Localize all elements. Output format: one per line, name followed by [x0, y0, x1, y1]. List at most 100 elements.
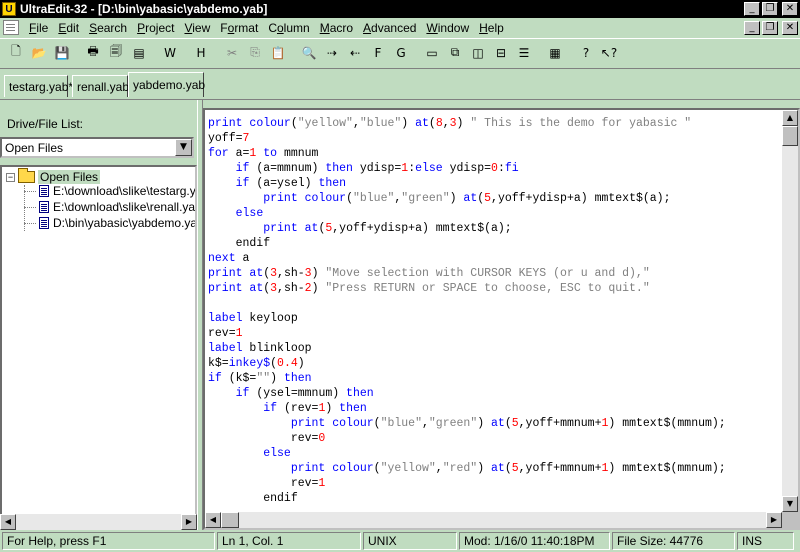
print-preview-icon[interactable]: 🗐: [106, 43, 126, 63]
document-icon[interactable]: [3, 20, 19, 35]
scroll-up-icon[interactable]: ▲: [782, 110, 798, 126]
context-help-icon[interactable]: ↖?: [599, 43, 619, 63]
tree-item-yabdemo[interactable]: D:\bin\yabasic\yabdemo.yab: [24, 216, 195, 230]
code-line[interactable]: if (a=mmnum) then ydisp=1:else ydisp=0:f…: [208, 161, 726, 176]
minimize-button[interactable]: _: [744, 2, 760, 16]
code-line[interactable]: for a=1 to mmnum: [208, 146, 726, 161]
code-line[interactable]: [208, 296, 726, 311]
code-line[interactable]: if (a=ysel) then: [208, 176, 726, 191]
code-line[interactable]: print at(3,sh-2) "Press RETURN or SPACE …: [208, 281, 726, 296]
horizontal-scroll-thumb[interactable]: [221, 512, 239, 528]
code-line[interactable]: print colour("blue","green") at(5,yoff+m…: [208, 416, 726, 431]
tree-root-open-files[interactable]: − Open Files: [6, 168, 101, 184]
new-file-icon[interactable]: 🗋: [6, 43, 26, 63]
menu-Project[interactable]: Project: [132, 21, 179, 35]
code-line[interactable]: if (k$="") then: [208, 371, 726, 386]
tree-item-renall[interactable]: E:\download\slike\renall.yab: [24, 200, 197, 214]
find-prev-icon[interactable]: ⇠: [345, 43, 365, 63]
dropdown-arrow-icon[interactable]: ▼: [175, 139, 192, 156]
code-line[interactable]: else: [208, 446, 726, 461]
save-icon[interactable]: 💾: [52, 43, 72, 63]
code-line[interactable]: if (ysel=mmnum) then: [208, 386, 726, 401]
menu-Window[interactable]: Window: [421, 21, 474, 35]
status-insert-mode: INS: [737, 532, 794, 550]
menu-File[interactable]: File: [24, 21, 53, 35]
print-setup-icon[interactable]: ▤: [129, 43, 149, 63]
code-line[interactable]: print at(3,sh-3) "Move selection with CU…: [208, 266, 726, 281]
collapse-icon[interactable]: −: [6, 172, 15, 182]
print-icon[interactable]: 🖶: [83, 43, 103, 63]
code-line[interactable]: k$=inkey$(0.4): [208, 356, 726, 371]
code-line[interactable]: print colour("yellow","blue") at(8,3) " …: [208, 116, 726, 131]
tile-horizontal-icon[interactable]: ⊟: [491, 43, 511, 63]
code-line[interactable]: else: [208, 206, 726, 221]
find-icon[interactable]: 🔍: [299, 43, 319, 63]
help-icon[interactable]: ?: [576, 43, 596, 63]
code-line[interactable]: rev=1: [208, 476, 726, 491]
file-list-horizontal-scrollbar[interactable]: ◀ ▶: [0, 514, 197, 530]
menu-Search[interactable]: Search: [84, 21, 132, 35]
code-line[interactable]: next a: [208, 251, 726, 266]
find-next-icon[interactable]: ⇢: [322, 43, 342, 63]
goto-icon[interactable]: G: [391, 43, 411, 63]
code-line[interactable]: label keyloop: [208, 311, 726, 326]
restore-button[interactable]: ❐: [762, 2, 778, 16]
code-line[interactable]: if (rev=1) then: [208, 401, 726, 416]
tab-renall[interactable]: renall.yab: [72, 75, 129, 97]
code-line[interactable]: print at(5,yoff+ydisp+a) mmtext$(a);: [208, 221, 726, 236]
status-bar: For Help, press F1 Ln 1, Col. 1 UNIX Mod…: [0, 530, 800, 552]
doc-restore-button[interactable]: ❐: [762, 20, 778, 35]
code-line[interactable]: label blinkloop: [208, 341, 726, 356]
tree-item-testarg[interactable]: E:\download\slike\testarg.yab: [24, 184, 195, 198]
status-help: For Help, press F1: [2, 532, 215, 550]
window-list-icon[interactable]: ▭: [422, 43, 442, 63]
code-line[interactable]: yoff=7: [208, 131, 726, 146]
hex-edit-icon[interactable]: H: [191, 43, 211, 63]
code-line[interactable]: print colour("blue","green") at(5,yoff+y…: [208, 191, 726, 206]
scroll-down-icon[interactable]: ▼: [782, 496, 798, 512]
doc-close-button[interactable]: ✕: [782, 20, 798, 35]
file-icon: [39, 201, 49, 213]
code-line[interactable]: rev=0: [208, 431, 726, 446]
tab-yabdemo[interactable]: yabdemo.yab: [128, 72, 205, 97]
vertical-scroll-thumb[interactable]: [782, 126, 798, 146]
open-file-icon[interactable]: 📂: [29, 43, 49, 63]
tab-testarg[interactable]: testarg.yab*: [4, 75, 73, 97]
status-cursor-position: Ln 1, Col. 1: [217, 532, 361, 550]
code-line[interactable]: endif: [208, 491, 726, 506]
cut-icon[interactable]: ✂: [222, 43, 242, 63]
status-file-size: File Size: 44776: [612, 532, 735, 550]
menu-Column[interactable]: Column: [263, 21, 314, 35]
menu-Macro[interactable]: Macro: [315, 21, 358, 35]
tile-vertical-icon[interactable]: ◫: [468, 43, 488, 63]
file-list-dropdown[interactable]: Open Files ▼: [0, 137, 194, 158]
code-line[interactable]: endif: [208, 236, 726, 251]
close-button[interactable]: ✕: [782, 2, 798, 16]
code-editor[interactable]: print colour("yellow","blue") at(8,3) " …: [203, 108, 800, 530]
menu-Help[interactable]: Help: [474, 21, 509, 35]
code-line[interactable]: print colour("yellow","red") at(5,yoff+m…: [208, 461, 726, 476]
scroll-right-icon[interactable]: ▶: [181, 514, 197, 530]
code-text[interactable]: print colour("yellow","blue") at(8,3) " …: [208, 116, 726, 506]
menu-Advanced[interactable]: Advanced: [358, 21, 421, 35]
paste-icon[interactable]: 📋: [268, 43, 288, 63]
find-in-files-icon[interactable]: F: [368, 43, 388, 63]
dropdown-value: Open Files: [5, 141, 64, 155]
ascii-table-icon[interactable]: ▦: [545, 43, 565, 63]
editor-vertical-scrollbar[interactable]: ▲ ▼: [782, 110, 798, 512]
doc-minimize-button[interactable]: _: [744, 20, 760, 35]
menu-Edit[interactable]: Edit: [53, 21, 84, 35]
editor-horizontal-scrollbar[interactable]: ◀ ▶: [205, 512, 782, 528]
menu-Format[interactable]: Format: [215, 21, 263, 35]
scroll-right-icon[interactable]: ▶: [766, 512, 782, 528]
cascade-icon[interactable]: ⧉: [445, 43, 465, 63]
app-icon[interactable]: U: [2, 2, 16, 16]
scroll-left-icon[interactable]: ◀: [205, 512, 221, 528]
arrange-icon[interactable]: ☰: [514, 43, 534, 63]
scroll-left-icon[interactable]: ◀: [0, 514, 16, 530]
tree-item-label: E:\download\slike\renall.yab: [53, 200, 197, 214]
word-wrap-icon[interactable]: W: [160, 43, 180, 63]
menu-View[interactable]: View: [179, 21, 215, 35]
copy-icon[interactable]: ⎘: [245, 43, 265, 63]
code-line[interactable]: rev=1: [208, 326, 726, 341]
